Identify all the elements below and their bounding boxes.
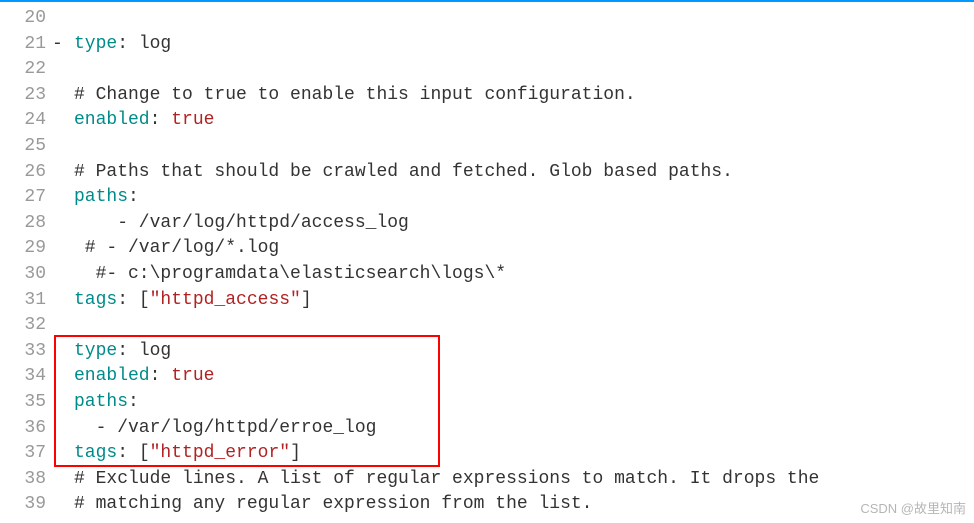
line-number: 37 (0, 441, 46, 467)
line-number: 34 (0, 364, 46, 390)
yaml-value: - /var/log/httpd/access_log (74, 213, 409, 233)
watermark-text: CSDN @故里知南 (860, 498, 966, 517)
yaml-key: paths (74, 187, 128, 207)
comment-text: # matching any regular expression from t… (74, 494, 592, 514)
line-number: 27 (0, 185, 46, 211)
code-line[interactable]: enabled: true (52, 364, 974, 390)
line-number: 30 (0, 262, 46, 288)
line-number: 38 (0, 467, 46, 493)
code-content[interactable]: - type: log # Change to true to enable t… (52, 2, 974, 523)
yaml-value: true (171, 366, 214, 386)
code-line[interactable]: # Change to true to enable this input co… (52, 83, 974, 109)
line-number: 23 (0, 83, 46, 109)
line-number: 20 (0, 6, 46, 32)
line-number: 25 (0, 134, 46, 160)
yaml-value: log (139, 34, 171, 54)
string-value: "httpd_error" (150, 443, 290, 463)
yaml-key: tags (74, 290, 117, 310)
line-number: 28 (0, 211, 46, 237)
code-line[interactable]: - type: log (52, 32, 974, 58)
comment-text: #- c:\programdata\elasticsearch\logs\* (74, 264, 506, 284)
code-line[interactable]: # - /var/log/*.log (52, 236, 974, 262)
line-number: 24 (0, 108, 46, 134)
yaml-value: true (171, 110, 214, 130)
code-line[interactable]: # Paths that should be crawled and fetch… (52, 160, 974, 186)
code-line[interactable]: paths: (52, 185, 974, 211)
yaml-key: tags (74, 443, 117, 463)
code-line[interactable]: - /var/log/httpd/erroe_log (52, 416, 974, 442)
code-editor[interactable]: 20 21 22 23 24 25 26 27 28 29 30 31 32 3… (0, 2, 974, 523)
code-line[interactable]: - /var/log/httpd/access_log (52, 211, 974, 237)
code-line[interactable]: # matching any regular expression from t… (52, 492, 974, 518)
fold-marker: - (52, 32, 74, 58)
yaml-key: type (74, 34, 117, 54)
line-number: 32 (0, 313, 46, 339)
line-number: 31 (0, 288, 46, 314)
code-line[interactable]: type: log (52, 339, 974, 365)
line-number: 39 (0, 492, 46, 518)
yaml-key: type (74, 341, 117, 361)
code-line[interactable]: #- c:\programdata\elasticsearch\logs\* (52, 262, 974, 288)
comment-text: # Paths that should be crawled and fetch… (74, 162, 733, 182)
string-value: "httpd_access" (150, 290, 301, 310)
line-number-gutter: 20 21 22 23 24 25 26 27 28 29 30 31 32 3… (0, 2, 52, 523)
yaml-key: paths (74, 392, 128, 412)
yaml-key: enabled (74, 110, 150, 130)
code-line[interactable]: # Exclude lines. A list of regular expre… (52, 467, 974, 493)
code-line[interactable]: paths: (52, 390, 974, 416)
yaml-key: enabled (74, 366, 150, 386)
comment-text: # Exclude lines. A list of regular expre… (74, 469, 819, 489)
line-number: 36 (0, 416, 46, 442)
line-number: 22 (0, 57, 46, 83)
code-line[interactable] (52, 6, 974, 32)
comment-text: # - /var/log/*.log (74, 238, 279, 258)
comment-text: # Change to true to enable this input co… (74, 85, 636, 105)
line-number: 35 (0, 390, 46, 416)
line-number: 21 (0, 32, 46, 58)
code-line[interactable]: tags: ["httpd_error"] (52, 441, 974, 467)
yaml-value: log (139, 341, 171, 361)
line-number: 26 (0, 160, 46, 186)
code-line[interactable]: enabled: true (52, 108, 974, 134)
code-line[interactable] (52, 134, 974, 160)
yaml-value: - /var/log/httpd/erroe_log (74, 418, 376, 438)
code-line[interactable] (52, 313, 974, 339)
line-number: 33 (0, 339, 46, 365)
line-number: 29 (0, 236, 46, 262)
code-line[interactable] (52, 57, 974, 83)
code-line[interactable]: tags: ["httpd_access"] (52, 288, 974, 314)
